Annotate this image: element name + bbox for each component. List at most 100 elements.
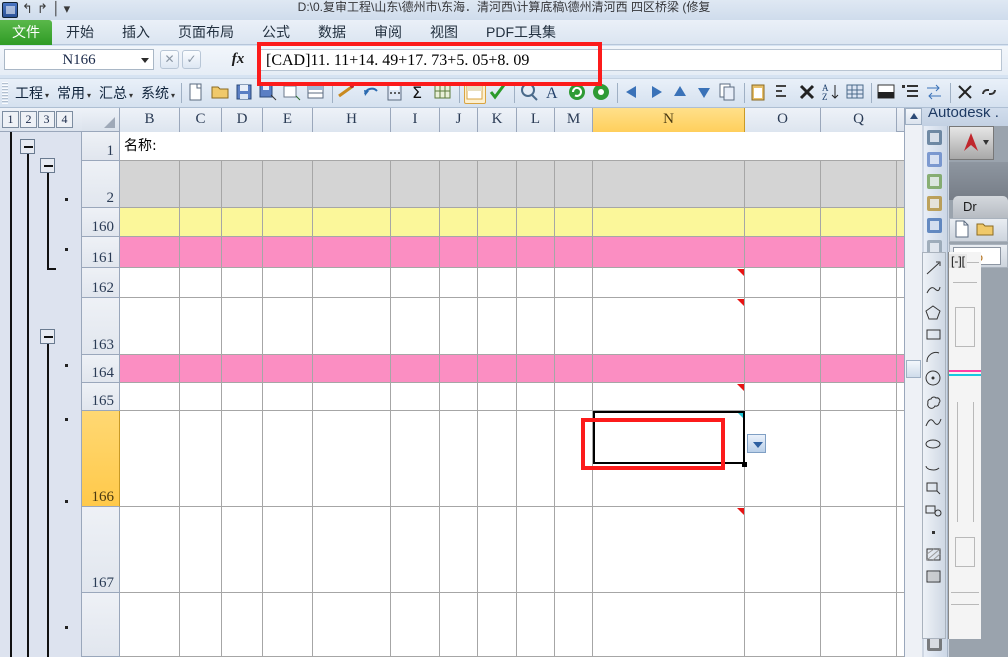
arrow-down-icon[interactable] — [694, 82, 716, 104]
refresh-green-icon[interactable] — [567, 82, 589, 104]
paste-icon[interactable] — [749, 82, 771, 104]
cell-K166[interactable] — [478, 411, 517, 506]
cell-I165[interactable] — [391, 383, 440, 410]
cell-M162[interactable] — [555, 268, 593, 297]
cell-M167[interactable] — [555, 507, 593, 592]
point-icon[interactable] — [924, 523, 944, 543]
col-header-m[interactable]: M — [555, 108, 593, 132]
row-header-167[interactable]: 167 — [82, 507, 120, 593]
form-icon[interactable] — [464, 82, 487, 104]
cell-O162[interactable] — [745, 268, 821, 297]
cell-N[interactable] — [593, 593, 745, 656]
table-insert-icon[interactable] — [433, 82, 455, 104]
cell-B2[interactable] — [120, 161, 180, 207]
tab-data[interactable]: 数据 — [304, 20, 360, 45]
row-1-merged-cell[interactable]: 名称: — [120, 132, 922, 161]
table-row[interactable] — [120, 268, 922, 298]
cell-J166[interactable] — [440, 411, 478, 506]
cell-K2[interactable] — [478, 161, 517, 207]
cell-E[interactable] — [263, 593, 313, 656]
cell-D163[interactable] — [222, 298, 263, 354]
selected-cell-n166[interactable] — [593, 411, 745, 464]
eye-icon[interactable] — [925, 216, 946, 237]
cell-Q164[interactable] — [821, 355, 897, 382]
indent-icon[interactable] — [773, 82, 795, 104]
cell-L161[interactable] — [517, 237, 555, 267]
cell-N164[interactable] — [593, 355, 745, 382]
cell-E161[interactable] — [263, 237, 313, 267]
circle-icon[interactable] — [924, 369, 944, 389]
tab-pdf-tools[interactable]: PDF工具集 — [472, 20, 570, 45]
spline-icon[interactable] — [924, 413, 944, 433]
cell-C161[interactable] — [180, 237, 222, 267]
table-row[interactable] — [120, 507, 922, 593]
toolbar-menu-system[interactable]: 系统 ▾ — [136, 82, 178, 104]
chevron-down-icon[interactable]: ▾ — [171, 91, 175, 100]
cell-area[interactable]: 名称:名称: — [120, 132, 922, 657]
insert-row-icon[interactable] — [306, 82, 328, 104]
row-header-164[interactable]: 164 — [82, 355, 120, 383]
cell-Q162[interactable] — [821, 268, 897, 297]
cell-O166[interactable] — [745, 411, 821, 506]
cell-L166[interactable] — [517, 411, 555, 506]
cell-Q167[interactable] — [821, 507, 897, 592]
hatch-icon[interactable] — [924, 545, 944, 565]
polyline-icon[interactable] — [924, 281, 944, 301]
cell-J167[interactable] — [440, 507, 478, 592]
cell-Q163[interactable] — [821, 298, 897, 354]
col-header-o[interactable]: O — [745, 108, 821, 132]
cell-B164[interactable] — [120, 355, 180, 382]
cell-H160[interactable] — [313, 208, 391, 236]
cell-J164[interactable] — [440, 355, 478, 382]
new-file-icon[interactable] — [186, 82, 208, 104]
cell-L164[interactable] — [517, 355, 555, 382]
cell-C165[interactable] — [180, 383, 222, 410]
cell-H[interactable] — [313, 593, 391, 656]
cell-K167[interactable] — [478, 507, 517, 592]
cell-Q165[interactable] — [821, 383, 897, 410]
name-box[interactable]: N166 — [4, 49, 154, 70]
cell-M[interactable] — [555, 593, 593, 656]
cell-C163[interactable] — [180, 298, 222, 354]
cell-J160[interactable] — [440, 208, 478, 236]
cell-N161[interactable] — [593, 237, 745, 267]
cell-M165[interactable] — [555, 383, 593, 410]
cell-E163[interactable] — [263, 298, 313, 354]
col-header-i[interactable]: I — [391, 108, 440, 132]
arrow-right-icon[interactable] — [646, 82, 668, 104]
col-header-k[interactable]: K — [478, 108, 517, 132]
cell-Q160[interactable] — [821, 208, 897, 236]
tab-formulas[interactable]: 公式 — [248, 20, 304, 45]
cell-D164[interactable] — [222, 355, 263, 382]
cell-I2[interactable] — [391, 161, 440, 207]
col-header-j[interactable]: J — [440, 108, 478, 132]
cell-K161[interactable] — [478, 237, 517, 267]
cell-I162[interactable] — [391, 268, 440, 297]
row-header-161[interactable]: 161 — [82, 237, 120, 268]
cell-Q161[interactable] — [821, 237, 897, 267]
ellipse-icon[interactable] — [924, 435, 944, 455]
zoom-extents-icon[interactable] — [925, 128, 946, 149]
sort-az-icon[interactable]: AZ — [821, 82, 843, 104]
cell-D161[interactable] — [222, 237, 263, 267]
insert-function-icon[interactable]: fx — [226, 50, 250, 69]
cell-B163[interactable] — [120, 298, 180, 354]
cell-I166[interactable] — [391, 411, 440, 506]
cell-O161[interactable] — [745, 237, 821, 267]
cell-D165[interactable] — [222, 383, 263, 410]
toolbar-menu-project[interactable]: 工程 ▾ — [10, 82, 52, 104]
autocad-tab[interactable]: Dr — [953, 196, 1008, 218]
cell-K160[interactable] — [478, 208, 517, 236]
cell-K165[interactable] — [478, 383, 517, 410]
outline-collapse-button-1[interactable] — [20, 139, 35, 154]
line-icon[interactable] — [924, 259, 944, 279]
validation-dropdown-button[interactable] — [747, 434, 766, 453]
tab-review[interactable]: 审阅 — [360, 20, 416, 45]
outline-level-button-3[interactable]: 3 — [38, 111, 55, 128]
toolbar-menu-summary[interactable]: 汇总 ▾ — [94, 82, 136, 104]
cell-L167[interactable] — [517, 507, 555, 592]
table-row[interactable] — [120, 237, 922, 268]
table-row[interactable] — [120, 593, 922, 657]
cell-H164[interactable] — [313, 355, 391, 382]
cell-L163[interactable] — [517, 298, 555, 354]
